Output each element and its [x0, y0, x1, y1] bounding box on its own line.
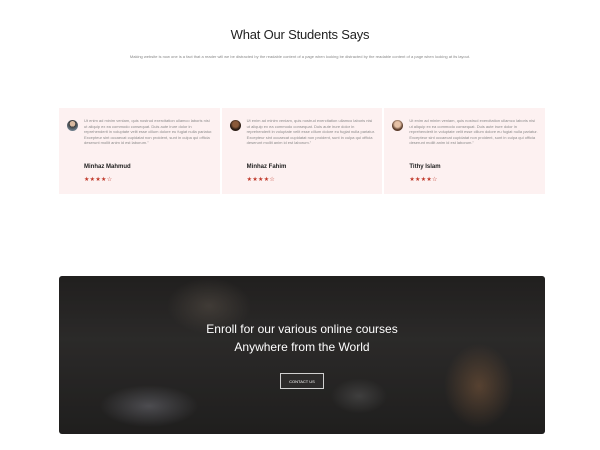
enroll-banner: Enroll for our various online courses An… [59, 276, 545, 434]
star-rating: ★★★★☆ [246, 177, 276, 183]
user-avatar-icon [392, 120, 404, 131]
testimonial-quote: Ut enim ad minim veniam, quis nostrud ex… [246, 118, 375, 146]
banner-line-2: Anywhere from the World [234, 340, 370, 354]
testimonial-card: Ut enim ad minim veniam, quis nostrud ex… [221, 108, 383, 194]
banner-line-1: Enroll for our various online courses [206, 322, 398, 336]
banner-heading: Enroll for our various online courses An… [59, 320, 545, 356]
section-subtitle: Making website is now one is a fact that… [129, 54, 471, 59]
user-avatar-icon [229, 120, 241, 131]
user-avatar-icon [67, 120, 78, 131]
testimonial-card: Ut enim ad minim veniam, quis nostrud ex… [384, 108, 546, 194]
testimonial-quote: Ut enim ad minim veniam, quis nostrud ex… [84, 118, 213, 146]
testimonial-name: Minhaz Fahim [246, 164, 287, 170]
testimonial-name: Tithy Islam [409, 164, 441, 170]
contact-us-button[interactable]: CONTACT US [280, 373, 324, 389]
star-rating: ★★★★☆ [84, 177, 113, 183]
section-title: What Our Students Says [230, 27, 370, 42]
testimonial-card: Ut enim ad minim veniam, quis nostrud ex… [59, 108, 220, 194]
testimonial-quote: Ut enim ad minim veniam, quis nostrud ex… [409, 118, 538, 146]
testimonial-name: Minhaz Mahmud [84, 164, 131, 170]
star-rating: ★★★★☆ [409, 177, 438, 183]
testimonial-list: Ut enim ad minim veniam, quis nostrud ex… [59, 108, 546, 194]
